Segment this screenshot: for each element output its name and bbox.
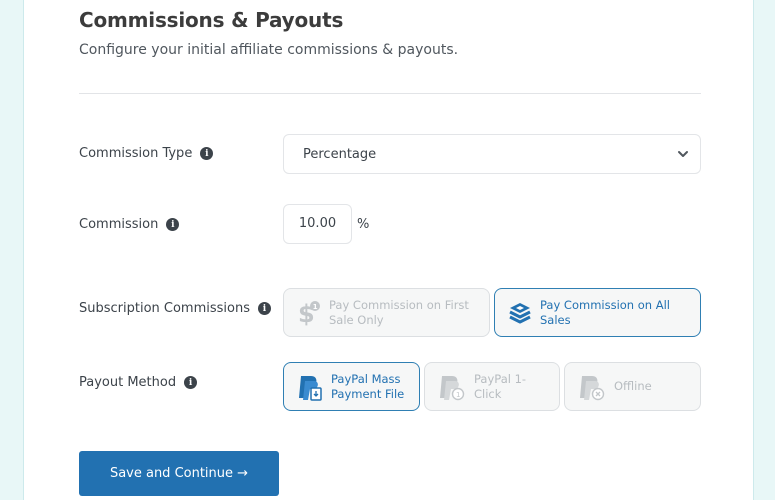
commission-label-row: Commission i (79, 217, 180, 232)
save-and-continue-button[interactable]: Save and Continue → (79, 451, 279, 496)
info-icon[interactable]: i (200, 147, 214, 160)
option-all-sales[interactable]: Pay Commission on All Sales (494, 288, 701, 337)
payout-method-label-row: Payout Method i (79, 375, 198, 390)
info-icon[interactable]: i (258, 302, 271, 315)
commission-type-label-row: Commission Type i (79, 146, 214, 161)
info-icon[interactable]: i (166, 218, 180, 231)
divider (79, 93, 701, 94)
commission-label: Commission (79, 217, 159, 232)
page-title: Commissions & Payouts (79, 8, 344, 32)
option-paypal-mass-payment[interactable]: PayPal Mass Payment File (283, 362, 420, 411)
paypal-file-icon (299, 375, 322, 401)
option-first-sale-only-label: Pay Commission on First Sale Only (329, 297, 469, 327)
paypal-offline-icon (580, 375, 605, 400)
commission-type-value: Percentage (303, 146, 377, 162)
option-first-sale-only[interactable]: $ 1 Pay Commission on First Sale Only (283, 288, 490, 337)
paypal-one-click-icon: 1 (440, 375, 465, 400)
setup-card: Commissions & Payouts Configure your ini… (23, 0, 754, 500)
option-paypal-one-click-label: PayPal 1-Click (474, 371, 527, 401)
dollar-one-icon: $ 1 (298, 300, 320, 327)
commission-type-select[interactable]: Percentage (283, 134, 701, 174)
option-paypal-one-click[interactable]: 1 PayPal 1-Click (424, 362, 560, 411)
payout-method-label: Payout Method (79, 375, 177, 390)
commission-input[interactable]: 10.00 (283, 204, 352, 244)
option-offline[interactable]: Offline (564, 362, 701, 411)
option-all-sales-label: Pay Commission on All Sales (540, 297, 670, 327)
svg-text:1: 1 (456, 391, 460, 399)
chevron-down-icon (678, 151, 688, 157)
layers-stack-icon (509, 302, 531, 323)
subscription-commissions-label: Subscription Commissions (79, 301, 250, 316)
commission-type-label: Commission Type (79, 146, 193, 161)
svg-text:1: 1 (313, 303, 318, 311)
info-icon[interactable]: i (184, 376, 198, 389)
option-paypal-mass-payment-label: PayPal Mass Payment File (331, 371, 405, 401)
page-subtitle: Configure your initial affiliate commiss… (79, 42, 459, 58)
commission-unit: % (357, 217, 370, 232)
option-offline-label: Offline (614, 379, 652, 393)
subscription-commissions-label-row: Subscription Commissions i (79, 301, 271, 316)
